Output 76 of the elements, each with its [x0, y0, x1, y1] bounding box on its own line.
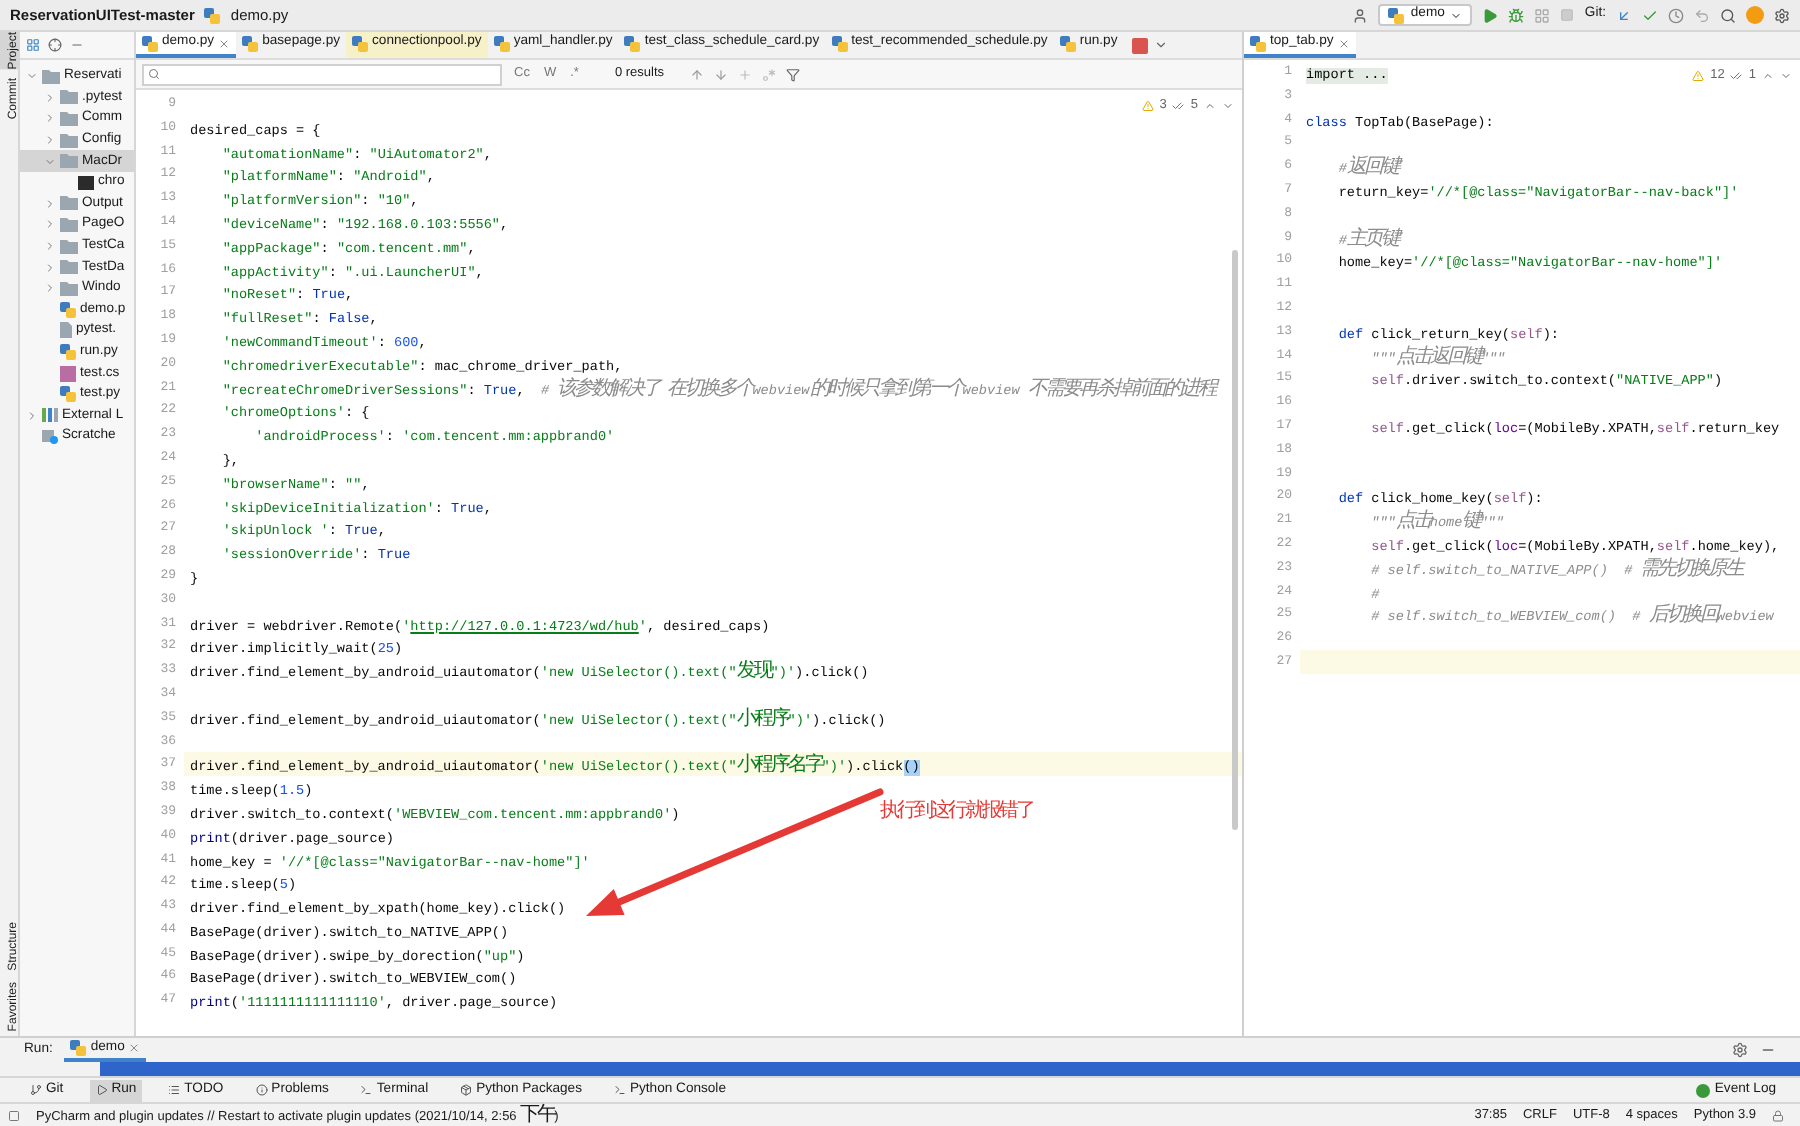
python-file-icon	[70, 1040, 87, 1056]
commit-icon[interactable]	[1642, 7, 1658, 23]
python-file-icon	[60, 386, 76, 403]
regex-icon[interactable]	[762, 67, 777, 81]
close-icon[interactable]	[218, 37, 231, 49]
settings-icon[interactable]	[1774, 7, 1790, 23]
package-icon	[460, 1084, 473, 1096]
arrow-up-icon[interactable]	[690, 67, 705, 81]
chevron-right-icon[interactable]	[44, 218, 56, 231]
next-icon[interactable]	[1780, 69, 1792, 82]
python-file-icon	[204, 7, 221, 23]
play-icon	[95, 1084, 108, 1096]
chevron-down-icon[interactable]	[26, 70, 38, 83]
table-file-icon	[60, 365, 76, 382]
recent-files-icon[interactable]	[1131, 37, 1148, 53]
python-file-icon	[624, 35, 641, 51]
python-file-icon	[352, 35, 369, 51]
run-icon[interactable]	[1482, 7, 1499, 23]
warning-icon	[1692, 69, 1705, 82]
search-icon	[148, 68, 160, 80]
collapse-icon[interactable]	[70, 38, 84, 52]
list-icon	[168, 1084, 181, 1096]
arrow-down-icon[interactable]	[714, 67, 729, 81]
chevron-down-icon[interactable]	[1153, 38, 1168, 52]
add-icon[interactable]	[738, 67, 753, 81]
previous-icon[interactable]	[1762, 69, 1774, 82]
chevron-right-icon[interactable]	[44, 91, 56, 104]
file-icon	[60, 322, 72, 339]
chevron-right-icon[interactable]	[44, 197, 56, 210]
history-icon[interactable]	[1668, 7, 1684, 23]
python-file-icon	[142, 35, 158, 51]
undo-icon[interactable]	[1694, 7, 1710, 23]
locate-icon[interactable]	[48, 38, 62, 52]
python-file-icon	[831, 35, 848, 51]
warning-icon	[1141, 99, 1154, 112]
debug-icon[interactable]	[1508, 7, 1525, 23]
stop-icon[interactable]	[1560, 8, 1575, 22]
python-file-icon	[60, 301, 76, 318]
chevron-right-icon[interactable]	[26, 409, 38, 422]
close-icon[interactable]	[1337, 37, 1350, 49]
python-file-icon	[242, 35, 259, 51]
lock-icon[interactable]	[1772, 1109, 1784, 1121]
caret-icon	[1450, 9, 1463, 21]
scratches-icon	[42, 428, 58, 445]
chevron-right-icon[interactable]	[44, 112, 56, 125]
chevron-right-icon[interactable]	[44, 240, 56, 253]
close-icon[interactable]	[128, 1042, 141, 1054]
chevron-right-icon[interactable]	[44, 282, 56, 295]
python-file-icon	[1250, 35, 1266, 51]
next-icon[interactable]	[1222, 99, 1234, 112]
check-icon	[1172, 99, 1185, 112]
square-icon[interactable]	[8, 1109, 20, 1121]
chevron-right-icon[interactable]	[44, 134, 56, 147]
library-icon	[42, 408, 58, 423]
python-file-icon	[1388, 7, 1405, 23]
python-file-icon	[1059, 35, 1076, 51]
user-icon[interactable]	[1352, 7, 1369, 23]
annotation-text: 执行到这行就报错了	[880, 797, 1033, 826]
console-icon	[613, 1084, 626, 1096]
scrollbar[interactable]	[1232, 250, 1238, 830]
terminal-file-icon	[78, 175, 94, 190]
check-icon	[1730, 69, 1743, 82]
event-log-icon	[1696, 1083, 1711, 1097]
python-file-icon	[493, 35, 510, 51]
search-icon[interactable]	[1720, 7, 1736, 23]
chevron-right-icon[interactable]	[44, 261, 56, 274]
filter-icon[interactable]	[786, 67, 801, 81]
branch-icon	[30, 1084, 42, 1096]
layout-icon[interactable]	[26, 38, 40, 52]
search-field[interactable]	[142, 63, 502, 85]
python-file-icon	[60, 344, 76, 361]
plugin-icon[interactable]	[1746, 6, 1764, 24]
update-icon[interactable]	[1616, 7, 1632, 23]
previous-icon[interactable]	[1204, 99, 1216, 112]
settings-icon[interactable]	[1732, 1042, 1748, 1058]
info-icon	[255, 1084, 268, 1096]
